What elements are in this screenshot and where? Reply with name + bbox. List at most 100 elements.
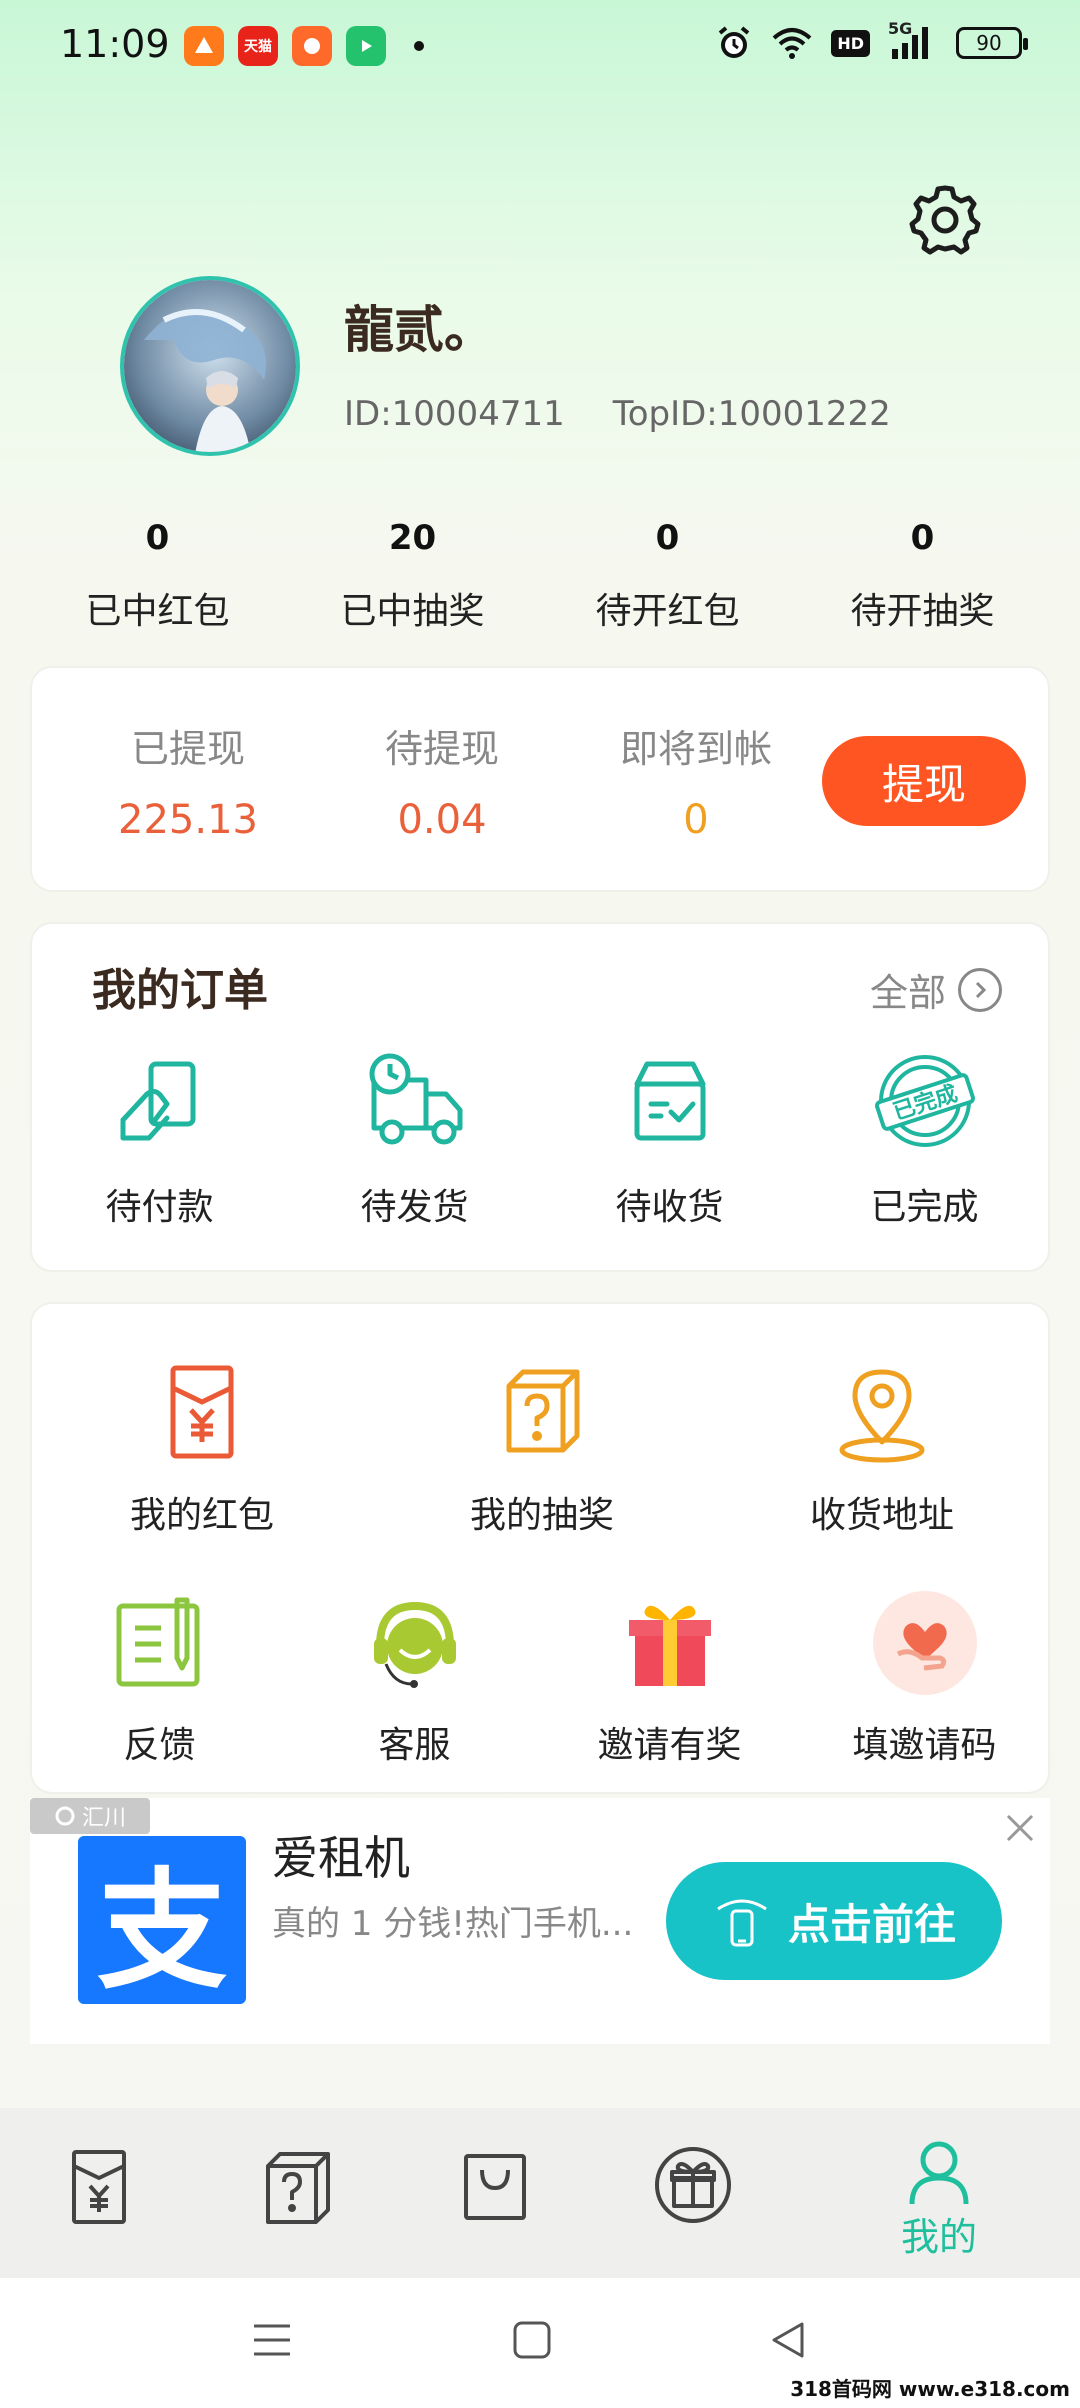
user-ids: ID:10004711 TopID:10001222 bbox=[344, 394, 891, 434]
stat-label: 已中红包 bbox=[85, 591, 230, 632]
menu-label: 收货地址 bbox=[809, 1495, 954, 1536]
pending-withdraw-label: 待提现 bbox=[384, 727, 499, 771]
user-id: ID:10004711 bbox=[344, 394, 565, 434]
stat-label: 已中抽奖 bbox=[340, 591, 485, 632]
app-icon-3 bbox=[292, 26, 332, 66]
orders-all-label: 全部 bbox=[869, 971, 946, 1015]
order-label: 待发货 bbox=[360, 1187, 469, 1228]
user-profile-icon bbox=[909, 2141, 969, 2205]
alipay-logo: 支 bbox=[78, 1836, 246, 2007]
tab-gift-icon[interactable] bbox=[648, 2140, 738, 2230]
location-pin-icon bbox=[839, 1369, 925, 1463]
menu-label: 客服 bbox=[378, 1725, 451, 1766]
status-app-icons: 天猫 bbox=[184, 26, 424, 66]
video-app-icon bbox=[346, 26, 386, 66]
alarm-icon bbox=[719, 26, 750, 58]
arriving-label: 即将到帐 bbox=[619, 727, 772, 771]
withdraw-card: 已提现 225.13 待提现 0.04 即将到帐 0 提现 bbox=[30, 666, 1050, 892]
watermark: 318首码网 www.e318.com bbox=[790, 2377, 1070, 2401]
withdrawn-item: 已提现 225.13 bbox=[68, 718, 308, 843]
order-pending-ship[interactable]: 待发货 bbox=[287, 1046, 542, 1230]
receive-box-icon bbox=[634, 1061, 705, 1141]
menu-fill-invite-code[interactable]: 填邀请码 bbox=[797, 1588, 1052, 1768]
tab-me-label: 我的 bbox=[900, 2215, 977, 2259]
phone-icon bbox=[717, 1899, 767, 1947]
notification-dot-icon bbox=[414, 41, 424, 51]
pending-withdraw-value: 0.04 bbox=[397, 797, 487, 843]
order-label: 已完成 bbox=[870, 1187, 979, 1228]
feedback-icon bbox=[116, 1597, 199, 1687]
back-triangle-icon[interactable] bbox=[768, 2320, 808, 2360]
menu-label: 填邀请码 bbox=[852, 1725, 997, 1766]
stat-pending-lottery[interactable]: 0 待开抽奖 bbox=[795, 510, 1050, 634]
settings-gear-icon[interactable] bbox=[908, 182, 982, 256]
menu-address[interactable]: 收货地址 bbox=[762, 1358, 1002, 1538]
stat-value: 0 bbox=[655, 518, 680, 558]
menu-invite-reward[interactable]: 邀请有奖 bbox=[542, 1588, 797, 1768]
app-icon-1 bbox=[184, 26, 224, 66]
ad-go-button[interactable]: 点击前往 bbox=[666, 1862, 1002, 1980]
menu-card: 我的红包 我的抽奖 收货地址 反馈 客服 邀请有奖 填邀请码 bbox=[30, 1302, 1050, 1794]
menu-label: 我的抽奖 bbox=[469, 1495, 614, 1536]
delivery-truck-icon bbox=[369, 1053, 462, 1145]
top-id: TopID:10001222 bbox=[612, 394, 891, 434]
stat-won-lottery[interactable]: 20 已中抽奖 bbox=[285, 510, 540, 634]
ad-button-label: 点击前往 bbox=[787, 1899, 956, 1949]
gift-icon bbox=[628, 1605, 711, 1686]
signal-icon: 5G bbox=[888, 19, 938, 61]
stat-value: 0 bbox=[910, 518, 935, 558]
ad-title: 爱租机 bbox=[272, 1831, 410, 1885]
status-indicators: HD 5G 90 bbox=[715, 19, 1028, 62]
order-label: 待收货 bbox=[615, 1187, 724, 1228]
pending-withdraw-item: 待提现 0.04 bbox=[322, 718, 562, 843]
heart-hand-icon bbox=[872, 1591, 977, 1695]
menu-label: 我的红包 bbox=[129, 1495, 274, 1536]
stat-value: 0 bbox=[145, 518, 170, 558]
battery-indicator: 90 bbox=[956, 27, 1028, 59]
order-pending-payment[interactable]: 待付款 bbox=[32, 1046, 287, 1230]
close-icon[interactable] bbox=[1000, 1808, 1040, 1848]
withdrawn-label: 已提现 bbox=[130, 727, 245, 771]
stat-value: 20 bbox=[388, 518, 437, 558]
stat-pending-redpacket[interactable]: 0 待开红包 bbox=[540, 510, 795, 634]
wifi-icon bbox=[773, 28, 812, 59]
chevron-right-icon bbox=[958, 967, 1002, 1012]
orders-title: 我的订单 bbox=[92, 965, 268, 1016]
stats-row: 0 已中红包 20 已中抽奖 0 待开红包 0 待开抽奖 bbox=[30, 510, 1050, 634]
order-label: 待付款 bbox=[105, 1187, 214, 1228]
arriving-item: 即将到帐 0 bbox=[576, 718, 816, 843]
stat-won-redpacket[interactable]: 0 已中红包 bbox=[30, 510, 285, 634]
menu-customer-service[interactable]: 客服 bbox=[287, 1588, 542, 1768]
lottery-box-icon bbox=[506, 1369, 580, 1453]
menu-label: 邀请有奖 bbox=[597, 1725, 742, 1766]
arriving-value: 0 bbox=[683, 797, 709, 843]
order-completed[interactable]: 已完成 已完成 bbox=[797, 1046, 1052, 1230]
customer-service-icon bbox=[373, 1601, 456, 1688]
ad-source-icon bbox=[55, 1806, 75, 1826]
completed-stamp-icon: 已完成 bbox=[874, 1055, 975, 1147]
tab-shopping-bag-icon[interactable] bbox=[450, 2140, 540, 2230]
stat-label: 待开抽奖 bbox=[850, 591, 995, 632]
avatar[interactable] bbox=[120, 276, 300, 456]
payment-pending-icon bbox=[120, 1061, 195, 1141]
hd-badge: HD bbox=[831, 29, 870, 57]
menu-feedback[interactable]: 反馈 bbox=[32, 1588, 287, 1768]
withdrawn-value: 225.13 bbox=[118, 797, 258, 843]
tmall-icon: 天猫 bbox=[238, 26, 278, 66]
menu-lines-icon[interactable] bbox=[252, 2320, 292, 2360]
order-pending-receive[interactable]: 待收货 bbox=[542, 1046, 797, 1230]
tab-redpacket-icon[interactable] bbox=[54, 2140, 144, 2230]
withdraw-button[interactable]: 提现 bbox=[822, 736, 1026, 826]
menu-label: 反馈 bbox=[123, 1725, 196, 1766]
home-square-icon[interactable] bbox=[512, 2320, 552, 2360]
menu-my-lottery[interactable]: 我的抽奖 bbox=[422, 1358, 662, 1538]
alipay-logo-glyph: 支 bbox=[96, 1855, 227, 2007]
stat-label: 待开红包 bbox=[595, 591, 740, 632]
menu-my-redpacket[interactable]: 我的红包 bbox=[82, 1358, 322, 1538]
tab-lottery-icon[interactable] bbox=[252, 2140, 342, 2230]
red-envelope-icon bbox=[170, 1365, 234, 1459]
ad-description: 真的 1 分钱!热门手机... bbox=[272, 1904, 634, 1944]
orders-card: 我的订单 全部 待付款 待发货 待收货 已完成 已完成 bbox=[30, 922, 1050, 1272]
orders-all-link[interactable]: 全部 bbox=[870, 962, 1002, 1017]
tab-me[interactable]: 我的 bbox=[884, 2136, 994, 2261]
